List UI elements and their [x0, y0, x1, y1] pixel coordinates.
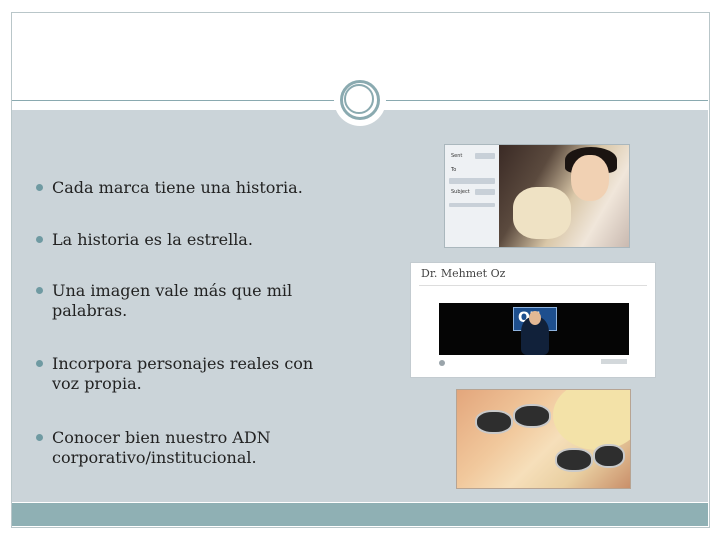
email-to-label: To	[451, 167, 457, 173]
email-sent-label: Sent	[451, 153, 463, 159]
bullet-dot-icon	[36, 287, 43, 294]
bullet-text: La historia es la estrella.	[52, 230, 253, 249]
bullet-item: Incorpora personajes reales con voz prop…	[36, 354, 342, 394]
oz-footer-link	[601, 359, 627, 364]
oz-title-rule	[419, 285, 647, 286]
circle-ornament-icon	[334, 74, 386, 126]
ornament-inner-ring	[344, 84, 374, 114]
email-field-bar	[475, 153, 495, 159]
sunglasses-lens-icon	[593, 444, 625, 468]
bullet-dot-icon	[36, 434, 43, 441]
bullet-dot-icon	[36, 184, 43, 191]
bullet-item: Una imagen vale más que mil palabras.	[36, 281, 342, 321]
oz-footer-bar	[439, 359, 629, 369]
baby-figure	[513, 187, 571, 239]
sunglasses-photo-image	[456, 389, 631, 489]
bullet-dot-icon	[36, 360, 43, 367]
email-toolbar	[449, 203, 495, 207]
oz-page-title: Dr. Mehmet Oz	[421, 267, 506, 280]
oz-person-figure	[521, 311, 549, 355]
oz-person-head	[529, 311, 541, 325]
bullet-item: Conocer bien nuestro ADN corporativo/ins…	[36, 428, 342, 468]
bullet-text: Una imagen vale más que mil palabras.	[52, 281, 293, 320]
sunglasses-lens-icon	[513, 404, 551, 428]
girl-face	[571, 155, 609, 201]
footer-band	[12, 503, 708, 526]
bullet-dot-icon	[36, 236, 43, 243]
bullet-text: Cada marca tiene una historia.	[52, 178, 303, 197]
sunglasses-lens-icon	[475, 410, 513, 434]
email-photo-image: Sent To Subject	[444, 144, 630, 248]
bullet-text: Conocer bien nuestro ADN corporativo/ins…	[52, 428, 271, 467]
email-compose-pane: Sent To Subject	[445, 145, 499, 247]
oz-footer-icon	[439, 360, 445, 366]
oz-video-banner: OZ	[439, 303, 629, 355]
oz-page-image: Dr. Mehmet Oz OZ	[410, 262, 656, 378]
sunglasses-lens-icon	[555, 448, 593, 472]
bullet-text: Incorpora personajes reales con voz prop…	[52, 354, 314, 393]
children-photo	[499, 145, 629, 247]
email-field-bar	[449, 178, 495, 184]
email-subject-label: Subject	[451, 189, 470, 195]
bullet-item: Cada marca tiene una historia.	[36, 178, 342, 198]
email-field-bar	[475, 189, 495, 195]
blonde-hair	[553, 390, 630, 450]
bullet-item: La historia es la estrella.	[36, 230, 342, 250]
